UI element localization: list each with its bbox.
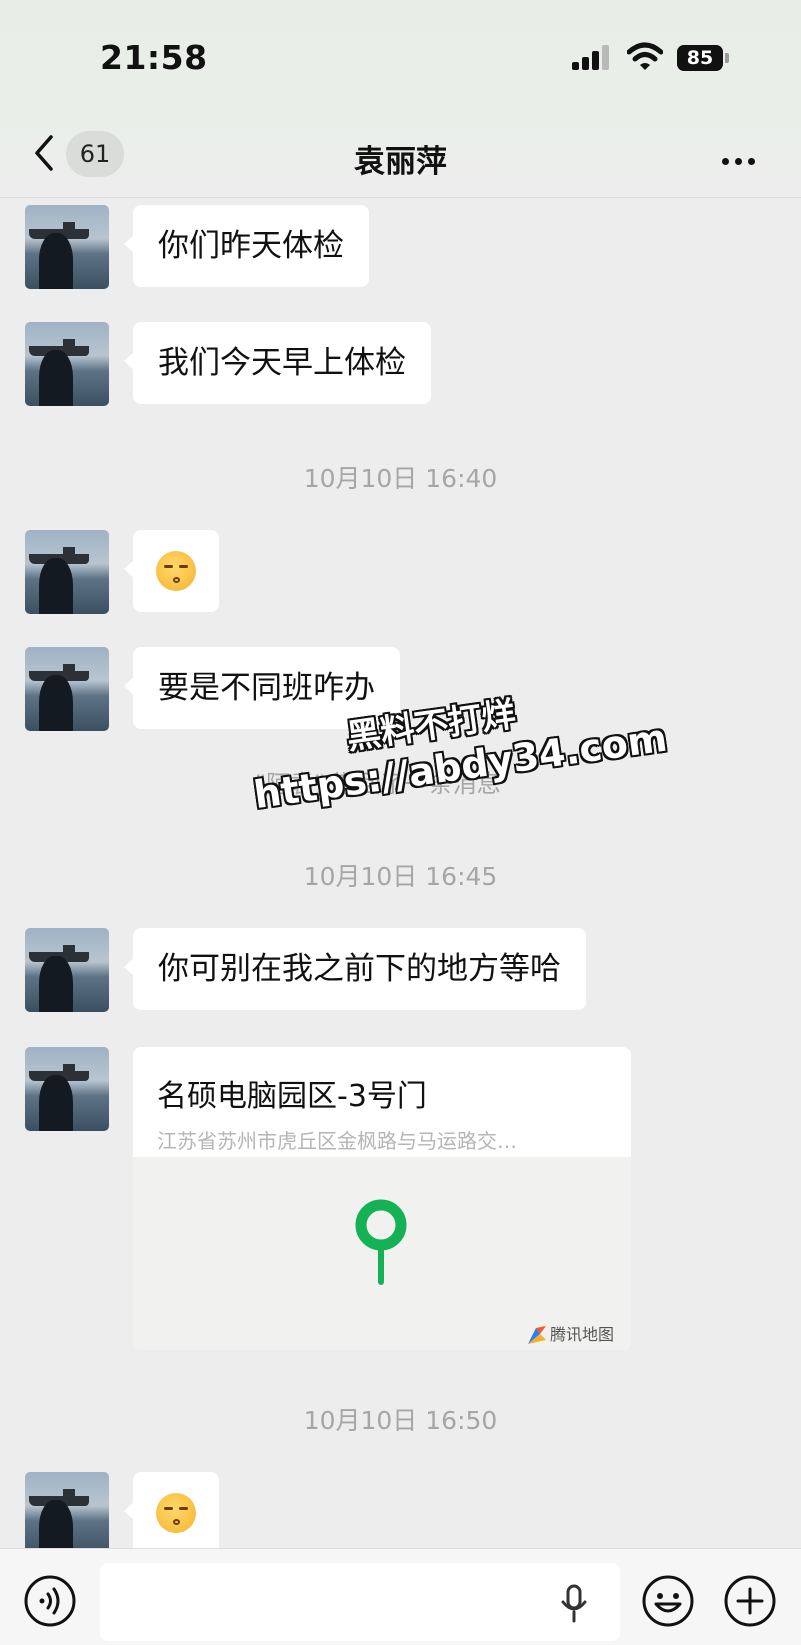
contact-avatar[interactable] xyxy=(25,1047,109,1131)
contact-avatar[interactable] xyxy=(25,928,109,1012)
chat-title: 袁丽萍 xyxy=(354,144,447,180)
contact-avatar[interactable] xyxy=(25,647,109,731)
message-bubble[interactable]: 你们昨天体检 xyxy=(124,205,369,287)
battery-icon: 85 xyxy=(677,45,723,71)
plus-icon[interactable] xyxy=(723,1574,777,1628)
emoji-icon[interactable] xyxy=(641,1574,695,1628)
voice-icon[interactable] xyxy=(23,1574,77,1628)
battery-tip xyxy=(725,53,729,63)
message-timestamp: 10月10日 16:50 xyxy=(303,1406,498,1435)
emoji-message-bubble[interactable] xyxy=(124,1472,219,1554)
message-input[interactable] xyxy=(100,1563,620,1641)
top-bar: 21:58 85 61 袁丽萍 xyxy=(0,0,801,198)
signal-icon xyxy=(572,45,609,70)
contact-avatar[interactable] xyxy=(25,1472,109,1556)
message-timestamp: 10月10日 16:40 xyxy=(303,464,498,493)
wifi-icon xyxy=(627,42,663,70)
location-name: 名硕电脑园区-3号门 xyxy=(157,1079,427,1114)
message-bubble[interactable]: 要是不同班咋办 xyxy=(124,647,400,729)
contact-avatar[interactable] xyxy=(25,530,109,614)
microphone-icon[interactable] xyxy=(559,1584,589,1624)
map-preview[interactable]: 腾讯地图 xyxy=(133,1157,631,1350)
contact-avatar[interactable] xyxy=(25,205,109,289)
map-pin-icon xyxy=(355,1199,407,1285)
kissing-face-icon xyxy=(156,1493,196,1533)
kissing-face-icon xyxy=(156,551,196,591)
message-timestamp: 10月10日 16:45 xyxy=(303,862,498,891)
emoji-message-bubble[interactable] xyxy=(124,530,219,612)
message-bubble[interactable]: 你可别在我之前下的地方等哈 xyxy=(124,928,586,1010)
message-bubble[interactable]: 我们今天早上体检 xyxy=(124,322,431,404)
more-dots-icon[interactable] xyxy=(722,150,761,169)
location-address: 江苏省苏州市虎丘区金枫路与马运路交… xyxy=(157,1129,517,1153)
status-time: 21:58 xyxy=(100,38,208,77)
contact-avatar[interactable] xyxy=(25,322,109,406)
map-provider-name: 腾讯地图 xyxy=(550,1325,615,1344)
system-note-recalled: "阿袁" 撤回了一条消息 xyxy=(255,770,501,798)
tencent-map-logo-icon xyxy=(528,1326,546,1344)
location-card[interactable]: 名硕电脑园区-3号门 江苏省苏州市虎丘区金枫路与马运路交… 腾讯地图 xyxy=(133,1047,631,1350)
